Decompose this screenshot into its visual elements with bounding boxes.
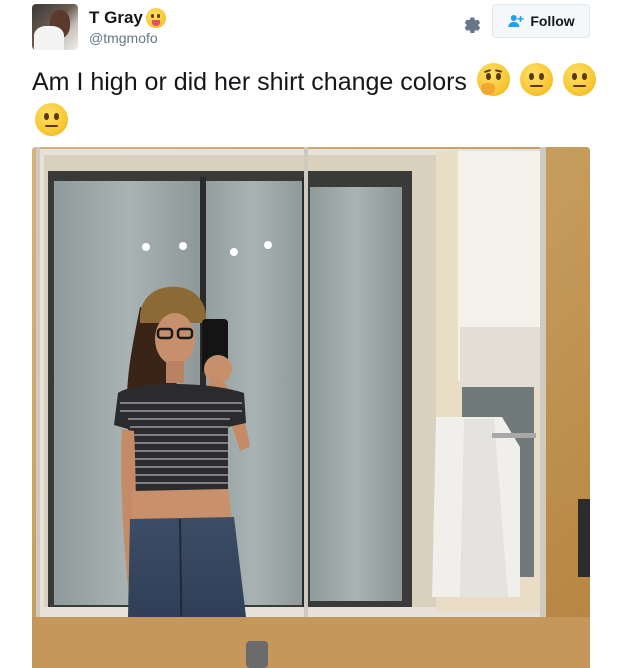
mirror-selfie-photo[interactable] [32, 147, 590, 668]
neutral-face-emoji [519, 63, 553, 96]
face-with-tongue-emoji [145, 8, 166, 28]
thinking-face-emoji [476, 63, 510, 96]
photo-illustration [32, 147, 590, 668]
follow-button-label: Follow [530, 13, 575, 29]
user-names[interactable]: T Gray @tmgmofo [89, 7, 166, 47]
display-name[interactable]: T Gray [89, 7, 166, 29]
tweet-text: Am I high or did her shirt change colors [32, 62, 597, 142]
tweet-header: T Gray @tmgmofo Follow [32, 4, 592, 54]
gear-icon[interactable] [460, 13, 482, 35]
add-user-icon [508, 15, 524, 27]
avatar[interactable] [32, 4, 78, 50]
neutral-face-emoji [562, 63, 596, 96]
follow-button[interactable]: Follow [492, 4, 590, 38]
tweet-text-body: Am I high or did her shirt change colors [32, 68, 467, 96]
display-name-text: T Gray [89, 8, 143, 27]
user-handle: @tmgmofo [89, 30, 158, 46]
neutral-face-emoji [35, 103, 68, 136]
